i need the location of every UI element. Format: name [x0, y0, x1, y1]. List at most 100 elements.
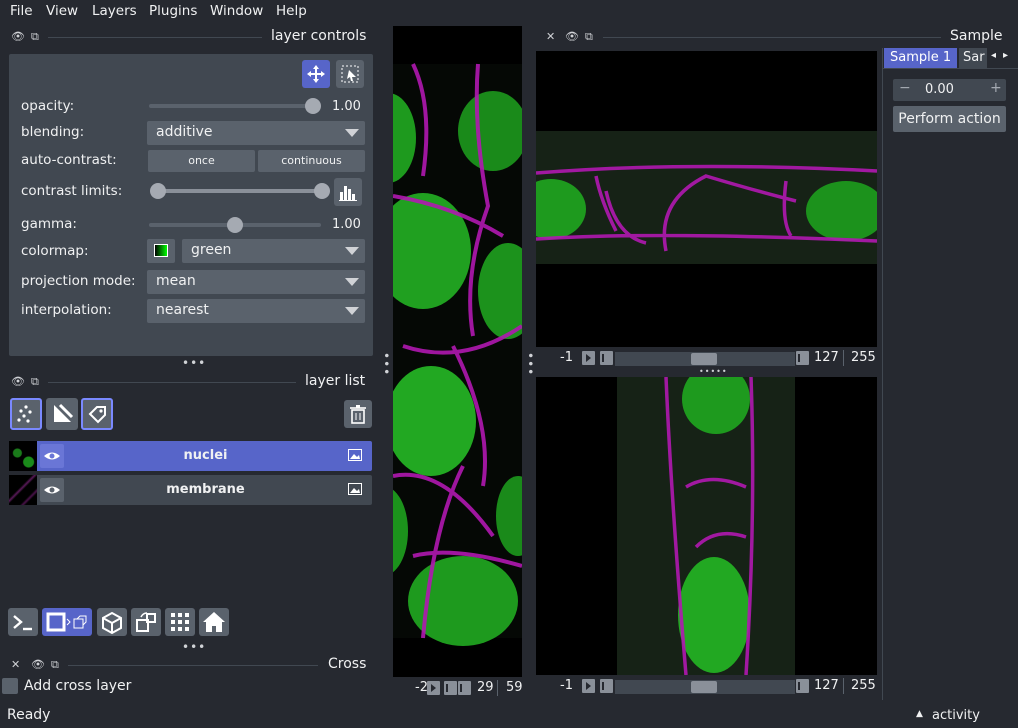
play-button[interactable]	[582, 679, 595, 693]
plus-icon[interactable]: +	[990, 80, 1002, 96]
horizontal-splitter-handle[interactable]: •••••	[699, 368, 728, 376]
undock-icon[interactable]: ⧉	[31, 30, 39, 44]
menu-layers[interactable]: Layers	[92, 3, 137, 19]
blending-combo[interactable]: additive	[147, 121, 365, 145]
interpolation-combo[interactable]: nearest	[147, 299, 365, 323]
step-button[interactable]	[458, 681, 471, 695]
canvas-left[interactable]	[393, 26, 522, 677]
gamma-slider-handle[interactable]	[227, 217, 243, 233]
close-icon[interactable]: ✕	[11, 658, 20, 671]
auto-contrast-continuous-button[interactable]: continuous	[258, 150, 365, 172]
step-button[interactable]	[600, 351, 613, 365]
tab-sample-2[interactable]: Sar	[959, 48, 987, 68]
dims-divider	[497, 680, 498, 696]
layer-name[interactable]: nuclei	[69, 448, 342, 463]
histogram-button[interactable]	[334, 178, 362, 206]
step-button[interactable]	[600, 679, 613, 693]
home-button[interactable]	[199, 608, 229, 636]
new-labels-layer-button[interactable]	[81, 398, 113, 430]
tab-sample-1[interactable]: Sample 1	[884, 48, 958, 68]
canvas-bottom-right[interactable]	[536, 377, 877, 675]
layer-row-membrane[interactable]: membrane	[9, 475, 372, 505]
step-button[interactable]	[444, 681, 457, 695]
console-button[interactable]	[8, 608, 38, 636]
dims-slider-track[interactable]	[615, 352, 795, 366]
layer-thumbnail	[9, 475, 37, 505]
float-icon[interactable]: 👁	[565, 30, 579, 43]
auto-contrast-once-button[interactable]: once	[148, 150, 255, 172]
pan-zoom-button[interactable]	[302, 60, 330, 88]
dims-end-value: 255	[851, 350, 876, 365]
projection-mode-combo[interactable]: mean	[147, 270, 365, 294]
menu-file[interactable]: File	[10, 3, 33, 19]
splitter-handle[interactable]: •••	[182, 641, 206, 653]
new-shapes-layer-button[interactable]	[46, 398, 78, 430]
vertical-splitter-handle[interactable]: •••	[379, 352, 393, 376]
undock-icon[interactable]: ⧉	[31, 375, 39, 389]
opacity-slider[interactable]	[149, 104, 319, 108]
minus-icon[interactable]: −	[899, 80, 911, 96]
delete-layer-button[interactable]	[344, 400, 372, 428]
title-divider	[48, 382, 296, 383]
dims-slider-track[interactable]	[615, 680, 795, 694]
grid-view-button[interactable]	[165, 608, 195, 636]
tab-scroll-left-icon[interactable]: ◂	[991, 50, 996, 61]
visibility-toggle[interactable]	[40, 478, 64, 502]
canvas-top-right[interactable]	[536, 51, 877, 347]
tab-scroll-right-icon[interactable]: ▸	[1003, 50, 1008, 61]
new-points-layer-button[interactable]	[10, 398, 42, 430]
status-bar: Ready ▲ activity	[0, 703, 1018, 728]
add-cross-label: Add cross layer	[24, 678, 132, 694]
splitter-handle[interactable]: •••	[182, 357, 206, 369]
colormap-combo[interactable]: green	[182, 239, 365, 263]
perform-action-button[interactable]: Perform action	[893, 106, 1006, 132]
activity-button[interactable]: activity	[932, 708, 980, 723]
ndisplay-toggle-button[interactable]	[42, 608, 92, 636]
play-button[interactable]	[427, 681, 440, 695]
colormap-preview-button[interactable]	[147, 239, 175, 263]
close-icon[interactable]: ✕	[546, 30, 555, 43]
menu-view[interactable]: View	[46, 3, 78, 19]
dims-slider-thumb[interactable]	[691, 353, 717, 365]
dims-start-value: -1	[560, 678, 573, 693]
title-divider	[48, 37, 262, 38]
undock-icon[interactable]: ⧉	[585, 30, 593, 44]
undock-icon[interactable]: ⧉	[51, 658, 59, 672]
blending-label: blending:	[21, 124, 85, 140]
opacity-slider-handle[interactable]	[305, 98, 321, 114]
contrast-min-handle[interactable]	[150, 183, 166, 199]
menu-help[interactable]: Help	[276, 3, 307, 19]
tag-icon	[88, 406, 106, 424]
bottom-dims-slider[interactable]: -1 127 255	[536, 675, 877, 697]
dims-current-value: 127	[814, 350, 839, 365]
menu-plugins[interactable]: Plugins	[149, 3, 197, 19]
step-button[interactable]	[796, 351, 809, 365]
title-divider	[68, 665, 318, 666]
menu-bar: File View Layers Plugins Window Help	[0, 0, 1018, 24]
roll-dims-button[interactable]	[97, 608, 127, 636]
vertical-splitter-handle[interactable]: •••	[523, 352, 537, 376]
left-dims-slider[interactable]: -2 29 59	[393, 677, 523, 699]
dims-slider-thumb[interactable]	[691, 681, 717, 693]
layer-controls-panel: opacity: 1.00 blending: additive auto-co…	[9, 54, 373, 356]
top-dims-slider[interactable]: -1 127 255	[536, 347, 877, 369]
contrast-limits-slider[interactable]	[156, 189, 322, 193]
layer-name[interactable]: membrane	[69, 482, 342, 497]
transpose-button[interactable]	[131, 608, 161, 636]
step-button[interactable]	[796, 679, 809, 693]
add-cross-checkbox[interactable]	[2, 678, 18, 694]
visibility-toggle[interactable]	[40, 444, 64, 468]
layer-row-nuclei[interactable]: nuclei	[9, 441, 372, 471]
cross-title: Cross	[328, 656, 367, 672]
float-icon[interactable]: 👁	[11, 30, 25, 43]
float-icon[interactable]: 👁	[11, 375, 25, 388]
play-button[interactable]	[582, 351, 595, 365]
float-icon[interactable]: 👁	[31, 658, 45, 671]
microscopy-image	[536, 131, 877, 264]
contrast-max-handle[interactable]	[314, 183, 330, 199]
menu-window[interactable]: Window	[210, 3, 263, 19]
transform-button[interactable]	[336, 60, 364, 88]
value-spinbox[interactable]: − 0.00 +	[893, 79, 1006, 101]
sample-title: Sample	[950, 28, 1003, 44]
contrast-limits-label: contrast limits:	[21, 183, 123, 199]
